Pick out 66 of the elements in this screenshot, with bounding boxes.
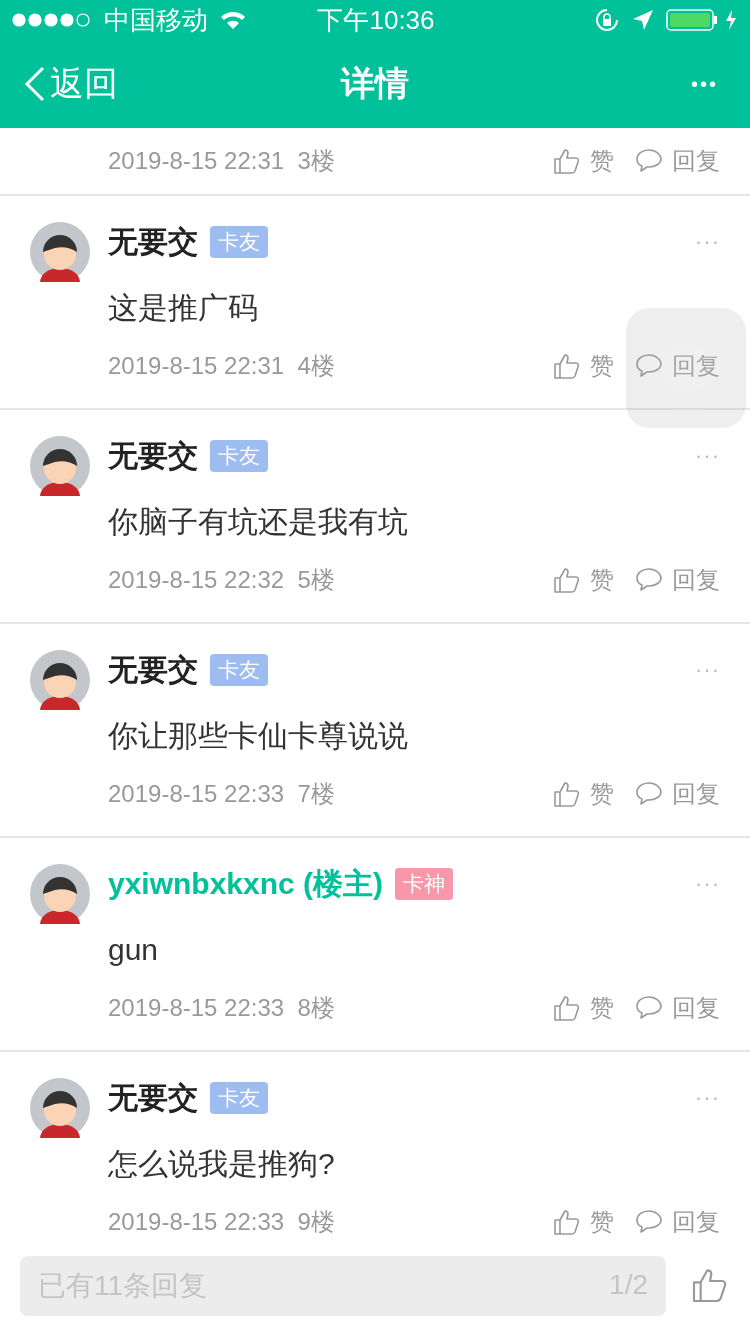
like-button[interactable]: 赞 <box>552 564 614 596</box>
comment-more-button[interactable]: ··· <box>695 657 720 683</box>
comment-meta: 2019-8-15 22:33 8楼 <box>108 993 335 1023</box>
comment-text: 你让那些卡仙卡尊说说 <box>108 718 409 754</box>
comment-meta: 2019-8-15 22:33 9楼 <box>108 1207 335 1237</box>
chevron-left-icon <box>24 66 46 102</box>
carrier-name: 中国移动 <box>104 3 208 37</box>
location-arrow-icon <box>632 9 654 31</box>
thumbs-up-icon <box>552 1207 582 1237</box>
user-rank-tag: 卡友 <box>210 1082 268 1114</box>
status-time: 下午10:36 <box>317 3 435 37</box>
reply-button[interactable]: 回复 <box>634 145 720 177</box>
speech-bubble-icon <box>634 147 664 175</box>
rotation-lock-icon <box>594 7 620 33</box>
comment-meta: 2019-8-15 22:33 7楼 <box>108 779 335 809</box>
avatar <box>30 650 90 710</box>
user-rank-tag: 卡友 <box>210 654 268 686</box>
comment-text: 怎么说我是推狗? <box>108 1146 336 1182</box>
speech-bubble-icon <box>634 566 664 594</box>
reply-button[interactable]: 回复 <box>634 564 720 596</box>
page-title: 详情 <box>341 63 409 104</box>
user-rank-tag: 卡神 <box>395 868 454 900</box>
speech-bubble-icon <box>634 352 664 380</box>
comment-more-button[interactable]: ··· <box>695 1085 720 1111</box>
comment-meta: 2019-8-15 22:32 5楼 <box>108 565 335 595</box>
thumbs-up-icon <box>552 779 582 809</box>
reply-button[interactable]: 回复 <box>634 992 720 1024</box>
like-button[interactable]: 赞 <box>552 992 614 1024</box>
speech-bubble-icon <box>634 994 664 1022</box>
author-name: 无要交 <box>108 223 198 260</box>
comment-more-button[interactable]: ··· <box>695 871 720 897</box>
like-button[interactable]: 赞 <box>552 1206 614 1238</box>
author-name: 无要交 <box>108 651 198 688</box>
speech-bubble-icon <box>634 1208 664 1236</box>
like-button[interactable]: 赞 <box>552 778 614 810</box>
comment-more-button[interactable]: ··· <box>695 443 720 469</box>
avatar <box>30 222 90 282</box>
user-rank-tag: 卡友 <box>210 226 268 258</box>
thumbs-up-icon <box>552 146 582 176</box>
like-button[interactable]: 赞 <box>552 350 614 382</box>
comment-text: 这是推广码 <box>108 290 259 326</box>
like-button[interactable]: 赞 <box>552 145 614 177</box>
thumbs-up-icon <box>552 993 582 1023</box>
avatar <box>30 864 90 924</box>
avatar <box>30 436 90 496</box>
signal-icon <box>12 13 92 27</box>
comment-more-button[interactable]: ··· <box>695 229 720 255</box>
author-name: yxiwnbxkxnc (楼主) <box>108 865 384 902</box>
speech-bubble-icon <box>634 780 664 808</box>
wifi-icon <box>220 10 246 30</box>
thumbs-up-icon <box>552 565 582 595</box>
thumbs-up-icon <box>552 351 582 381</box>
comment-meta: 2019-8-15 22:31 3楼 <box>108 146 335 176</box>
more-button[interactable]: ••• <box>691 72 726 96</box>
user-rank-tag: 卡友 <box>210 440 268 472</box>
reply-button[interactable]: 回复 <box>634 778 720 810</box>
reply-button[interactable]: 回复 <box>634 350 720 382</box>
author-name: 无要交 <box>108 437 198 474</box>
comment-text: gun <box>108 932 160 968</box>
author-name: 无要交 <box>108 1079 198 1116</box>
back-button[interactable]: 返回 <box>24 61 118 107</box>
comment-meta: 2019-8-15 22:31 4楼 <box>108 351 335 381</box>
assistive-touch-button[interactable] <box>626 308 746 428</box>
avatar <box>30 1078 90 1138</box>
reply-button[interactable]: 回复 <box>634 1206 720 1238</box>
comment-text: 你脑子有坑还是我有坑 <box>108 504 409 540</box>
